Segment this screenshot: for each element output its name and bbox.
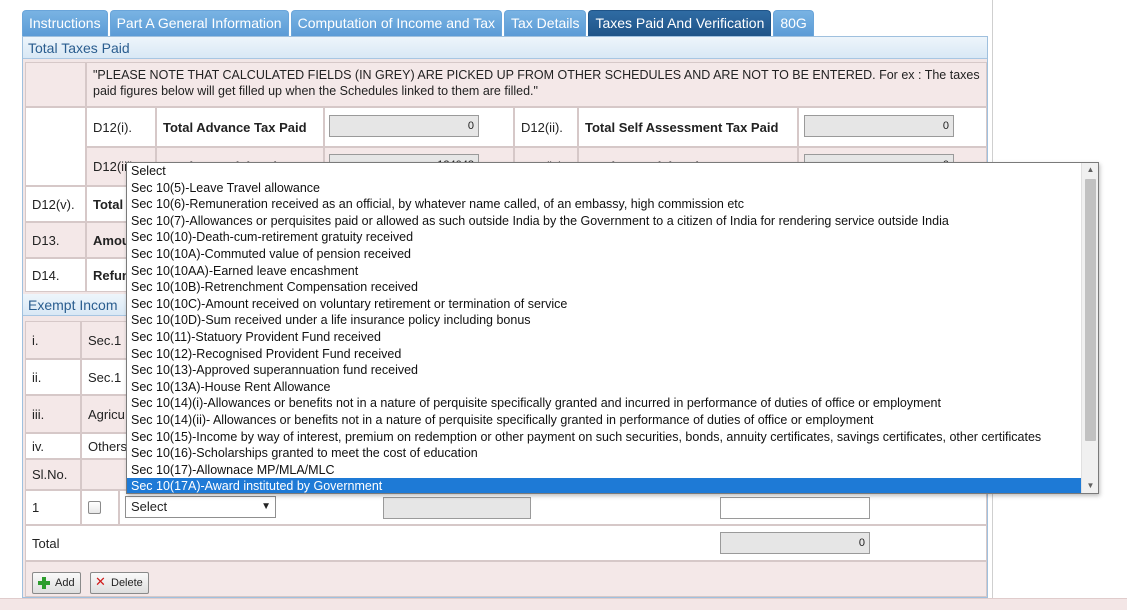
scroll-up-icon[interactable]: ▲ xyxy=(1082,163,1098,177)
dropdown-option[interactable]: Sec 10(7)-Allowances or perquisites paid… xyxy=(127,213,1098,230)
total-taxes-paid-header: Total Taxes Paid xyxy=(23,37,987,59)
dropdown-option[interactable]: Sec 10(10AA)-Earned leave encashment xyxy=(127,263,1098,280)
exempt-iv-code: iv. xyxy=(25,433,81,459)
dropdown-option[interactable]: Sec 10(10A)-Commuted value of pension re… xyxy=(127,246,1098,263)
d12-spacer xyxy=(25,107,86,186)
select-value: Select xyxy=(131,499,168,514)
sl-no-header: Sl.No. xyxy=(25,459,81,490)
dropdown-option[interactable]: Sec 10(12)-Recognised Provident Fund rec… xyxy=(127,346,1098,363)
bottom-strip xyxy=(0,598,1127,610)
dropdown-option[interactable]: Sec 10(10D)-Sum received under a life in… xyxy=(127,312,1098,329)
tab-computation-of-income-and-tax[interactable]: Computation of Income and Tax xyxy=(290,10,502,36)
exempt-iii-code: iii. xyxy=(25,395,81,433)
dropdown-options: Select Sec 10(5)-Leave Travel allowance Se… xyxy=(127,163,1098,493)
note-spacer xyxy=(25,62,86,107)
d12i-label: Total Advance Tax Paid xyxy=(156,107,324,147)
dropdown-option[interactable]: Sec 10(14)(i)-Allowances or benefits not… xyxy=(127,395,1098,412)
dropdown-option[interactable]: Sec 10(11)-Statuory Provident Fund recei… xyxy=(127,329,1098,346)
total-value-field[interactable]: 0 xyxy=(720,532,870,554)
dropdown-option[interactable]: Sec 10(17)-Allownace MP/MLA/MLC xyxy=(127,462,1098,479)
dropdown-option[interactable]: Sec 10(10B)-Retrenchment Compensation re… xyxy=(127,279,1098,296)
dropdown-option[interactable]: Sec 10(17A)-Award instituted by Governme… xyxy=(127,478,1098,493)
dropdown-option[interactable]: Sec 10(15)-Income by way of interest, pr… xyxy=(127,429,1098,446)
scroll-thumb[interactable] xyxy=(1085,179,1096,441)
total-label: Total xyxy=(32,535,60,551)
d12ii-value-field[interactable]: 0 xyxy=(804,115,954,137)
tab-instructions[interactable]: Instructions xyxy=(22,10,108,36)
dropdown-option[interactable]: Sec 10(13)-Approved superannuation fund … xyxy=(127,362,1098,379)
delete-label: Delete xyxy=(111,577,143,589)
tab-bar: Instructions Part A General Information … xyxy=(22,10,816,36)
d14-code: D14. xyxy=(25,258,86,292)
d12i-code: D12(i). xyxy=(86,107,156,147)
tab-part-a-general-information[interactable]: Part A General Information xyxy=(109,10,289,36)
add-button[interactable]: Add xyxy=(32,572,81,594)
nature-of-income-dropdown-list[interactable]: Select Sec 10(5)-Leave Travel allowance Se… xyxy=(126,162,1099,494)
delete-button[interactable]: ✕ Delete xyxy=(90,572,149,594)
dropdown-option[interactable]: Sec 10(14)(ii)- Allowances or benefits n… xyxy=(127,412,1098,429)
dropdown-option[interactable]: Sec 10(10)-Death-cum-retirement gratuity… xyxy=(127,229,1098,246)
dropdown-option[interactable]: Sec 10(5)-Leave Travel allowance xyxy=(127,180,1098,197)
calculated-fields-note: "PLEASE NOTE THAT CALCULATED FIELDS (IN … xyxy=(86,62,987,107)
row-description-field[interactable] xyxy=(383,497,531,519)
delete-x-icon: ✕ xyxy=(95,575,106,590)
dropdown-option[interactable]: Select xyxy=(127,163,1098,180)
nature-of-income-select[interactable]: Select ▼ xyxy=(125,496,276,518)
row-checkbox[interactable] xyxy=(88,501,101,514)
d12ii-code: D12(ii). xyxy=(514,107,578,147)
tab-taxes-paid-and-verification[interactable]: Taxes Paid And Verification xyxy=(588,10,772,36)
dropdown-option[interactable]: Sec 10(13A)-House Rent Allowance xyxy=(127,379,1098,396)
plus-icon xyxy=(37,576,51,590)
d12ii-label: Total Self Assessment Tax Paid xyxy=(578,107,798,147)
action-row xyxy=(25,561,987,597)
row-number: 1 xyxy=(25,490,81,525)
exempt-ii-code: ii. xyxy=(25,359,81,395)
d12v-code: D12(v). xyxy=(25,186,86,222)
dropdown-scrollbar[interactable]: ▲ ▼ xyxy=(1081,163,1098,493)
dropdown-option[interactable]: Sec 10(16)-Scholarships granted to meet … xyxy=(127,445,1098,462)
tab-tax-details[interactable]: Tax Details xyxy=(504,10,587,36)
dropdown-option[interactable]: Sec 10(6)-Remuneration received as an of… xyxy=(127,196,1098,213)
add-label: Add xyxy=(55,577,75,589)
exempt-i-code: i. xyxy=(25,321,81,359)
row-amount-field[interactable] xyxy=(720,497,870,519)
d12i-value-field[interactable]: 0 xyxy=(329,115,479,137)
caret-down-icon: ▼ xyxy=(261,501,271,512)
tab-80g[interactable]: 80G xyxy=(773,10,814,36)
d13-code: D13. xyxy=(25,222,86,258)
dropdown-option[interactable]: Sec 10(10C)-Amount received on voluntary… xyxy=(127,296,1098,313)
scroll-down-icon[interactable]: ▼ xyxy=(1082,479,1098,493)
